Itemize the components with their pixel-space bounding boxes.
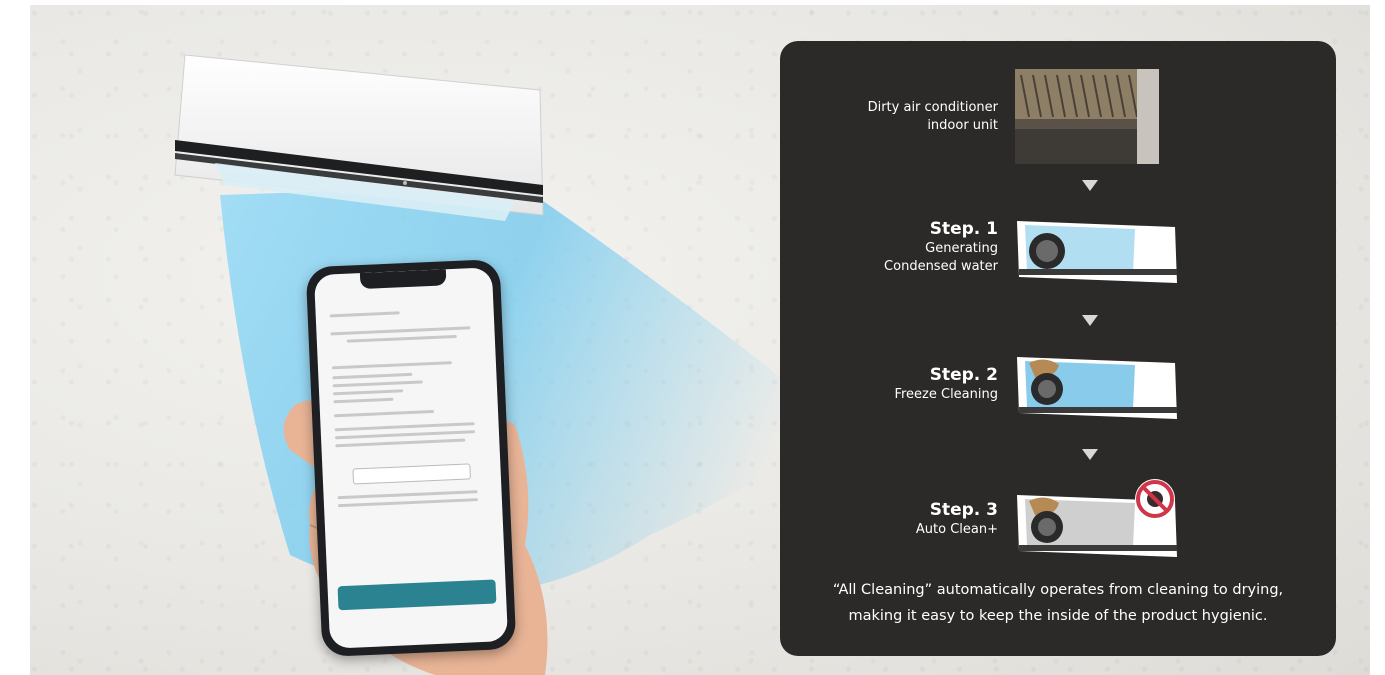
screen-option-pill bbox=[352, 463, 471, 485]
step-1-desc-line1: Generating bbox=[925, 241, 998, 256]
background-scene: Dirty air conditioner indoor unit Step. … bbox=[30, 5, 1370, 675]
screen-text-line bbox=[337, 490, 478, 500]
down-arrow-icon bbox=[1082, 449, 1098, 460]
step-3-desc-line1: Auto Clean+ bbox=[915, 522, 998, 537]
screen-header-line bbox=[329, 311, 400, 318]
screen-text-line bbox=[331, 361, 452, 370]
screen-text-line bbox=[333, 389, 404, 396]
phone-notch bbox=[359, 269, 447, 290]
step-3-label: Step. 3 Auto Clean+ bbox=[916, 499, 998, 539]
step-1-desc-line2: Condensed water bbox=[884, 259, 998, 274]
down-arrow-icon bbox=[1082, 315, 1098, 326]
screen-text-line bbox=[334, 409, 435, 418]
step-3-illustration bbox=[1017, 479, 1177, 557]
screen-text-line bbox=[334, 422, 475, 432]
step-3-title: Step. 3 bbox=[929, 500, 998, 520]
step-1-title: Step. 1 bbox=[929, 219, 998, 239]
dirty-unit-label: Dirty air conditioner indoor unit bbox=[867, 100, 998, 133]
info-panel: Dirty air conditioner indoor unit Step. … bbox=[780, 41, 1336, 656]
screen-text-line bbox=[332, 380, 423, 388]
step-2-title: Step. 2 bbox=[929, 365, 998, 385]
phone-screen bbox=[313, 267, 509, 649]
app-start-button bbox=[337, 579, 497, 611]
screen-text-line bbox=[335, 438, 466, 448]
smartphone bbox=[305, 258, 517, 658]
screen-text-line bbox=[332, 372, 413, 380]
step-2-label: Step. 2 Freeze Cleaning bbox=[894, 364, 998, 404]
screen-text-line bbox=[337, 498, 478, 508]
air-conditioner-unit bbox=[155, 45, 550, 225]
step-2-illustration bbox=[1017, 357, 1177, 419]
caption-line-2: making it easy to keep the inside of the… bbox=[848, 608, 1268, 624]
screen-text-line bbox=[333, 397, 394, 404]
step-2-desc-line1: Freeze Cleaning bbox=[894, 387, 998, 402]
dirty-unit-photo bbox=[1015, 69, 1159, 164]
no-germs-icon bbox=[1135, 479, 1175, 519]
step-1-illustration bbox=[1017, 221, 1177, 283]
panel-caption: “All Cleaning” automatically operates fr… bbox=[780, 577, 1336, 629]
down-arrow-icon bbox=[1082, 180, 1098, 191]
screen-text-line bbox=[330, 326, 471, 336]
caption-line-1: “All Cleaning” automatically operates fr… bbox=[832, 582, 1284, 598]
step-1-label: Step. 1 Generating Condensed water bbox=[884, 218, 998, 276]
screen-text-line bbox=[334, 430, 475, 440]
screen-text-line bbox=[346, 334, 457, 343]
